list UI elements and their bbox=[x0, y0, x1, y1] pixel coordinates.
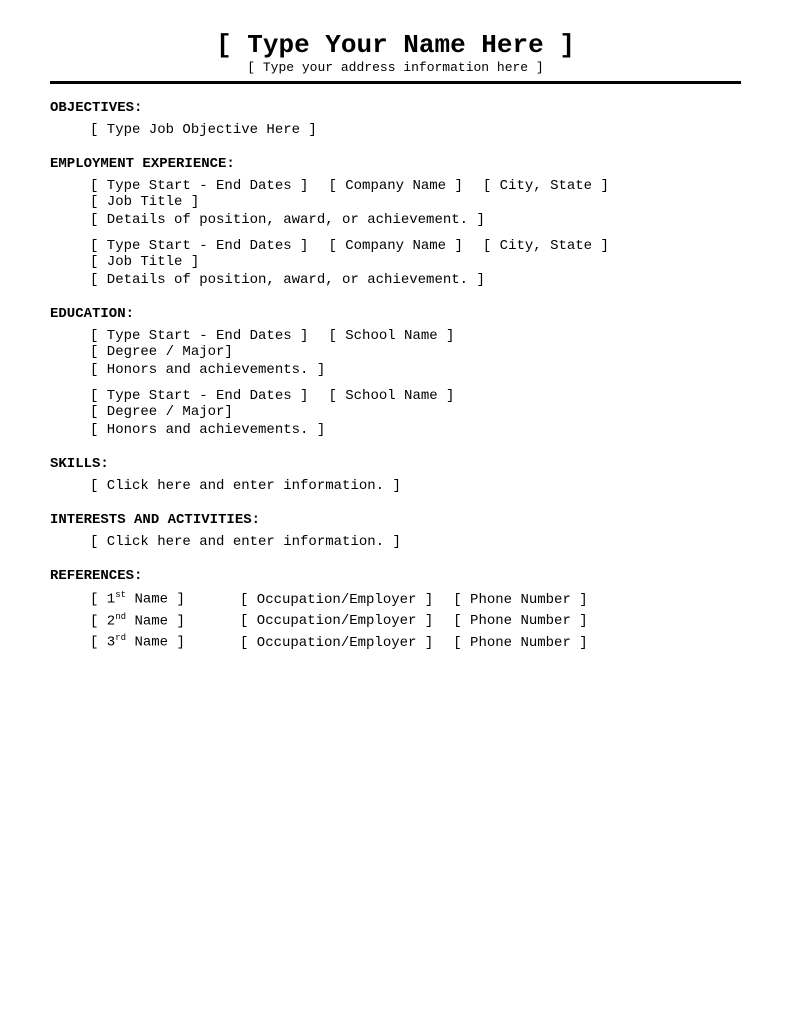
education-entry-2: [ Type Start - End Dates ] [ School Name… bbox=[90, 388, 741, 438]
objectives-content: [ Type Job Objective Here ] bbox=[50, 122, 741, 138]
references-content: [ 1st Name ] [ Occupation/Employer ] [ P… bbox=[50, 590, 741, 651]
references-title: REFERENCES: bbox=[50, 568, 741, 584]
header-divider bbox=[50, 81, 741, 84]
ref3-phone[interactable]: [ Phone Number ] bbox=[453, 635, 603, 651]
objectives-section: OBJECTIVES: [ Type Job Objective Here ] bbox=[50, 100, 741, 138]
ref1-ordinal: st bbox=[115, 590, 126, 600]
emp1-title[interactable]: [ Job Title ] bbox=[90, 194, 741, 210]
ref3-name[interactable]: [ 3rd Name ] bbox=[90, 633, 220, 651]
emp2-company[interactable]: [ Company Name ] bbox=[328, 238, 462, 254]
education-entry-2-row1: [ Type Start - End Dates ] [ School Name… bbox=[90, 388, 741, 404]
address-field[interactable]: [ Type your address information here ] bbox=[50, 60, 741, 75]
name-field[interactable]: [ Type Your Name Here ] bbox=[50, 30, 741, 60]
ref3-ordinal: rd bbox=[115, 633, 126, 643]
education-entry-1: [ Type Start - End Dates ] [ School Name… bbox=[90, 328, 741, 378]
employment-entry-1: [ Type Start - End Dates ] [ Company Nam… bbox=[90, 178, 741, 228]
ref2-ordinal: nd bbox=[115, 612, 126, 622]
education-entry-1-row1: [ Type Start - End Dates ] [ School Name… bbox=[90, 328, 741, 344]
ref2-phone[interactable]: [ Phone Number ] bbox=[453, 613, 603, 629]
emp2-details[interactable]: [ Details of position, award, or achieve… bbox=[90, 272, 741, 288]
education-content: [ Type Start - End Dates ] [ School Name… bbox=[50, 328, 741, 438]
emp1-details[interactable]: [ Details of position, award, or achieve… bbox=[90, 212, 741, 228]
employment-section: EMPLOYMENT EXPERIENCE: [ Type Start - En… bbox=[50, 156, 741, 288]
ref2-occupation[interactable]: [ Occupation/Employer ] bbox=[240, 613, 433, 629]
edu1-school[interactable]: [ School Name ] bbox=[328, 328, 454, 344]
emp1-dates[interactable]: [ Type Start - End Dates ] bbox=[90, 178, 308, 194]
education-section: EDUCATION: [ Type Start - End Dates ] [ … bbox=[50, 306, 741, 438]
ref2-name[interactable]: [ 2nd Name ] bbox=[90, 612, 220, 630]
skills-title: SKILLS: bbox=[50, 456, 741, 472]
edu2-degree[interactable]: [ Degree / Major] bbox=[90, 404, 741, 420]
ref1-phone[interactable]: [ Phone Number ] bbox=[453, 592, 603, 608]
reference-row-3: [ 3rd Name ] [ Occupation/Employer ] [ P… bbox=[90, 633, 741, 651]
employment-title: EMPLOYMENT EXPERIENCE: bbox=[50, 156, 741, 172]
edu2-dates[interactable]: [ Type Start - End Dates ] bbox=[90, 388, 308, 404]
ref1-occupation[interactable]: [ Occupation/Employer ] bbox=[240, 592, 433, 608]
interests-text[interactable]: [ Click here and enter information. ] bbox=[90, 534, 741, 550]
edu1-dates[interactable]: [ Type Start - End Dates ] bbox=[90, 328, 308, 344]
ref3-occupation[interactable]: [ Occupation/Employer ] bbox=[240, 635, 433, 651]
employment-content: [ Type Start - End Dates ] [ Company Nam… bbox=[50, 178, 741, 288]
education-title: EDUCATION: bbox=[50, 306, 741, 322]
edu1-degree[interactable]: [ Degree / Major] bbox=[90, 344, 741, 360]
objectives-text[interactable]: [ Type Job Objective Here ] bbox=[90, 122, 741, 138]
reference-row-1: [ 1st Name ] [ Occupation/Employer ] [ P… bbox=[90, 590, 741, 608]
skills-text[interactable]: [ Click here and enter information. ] bbox=[90, 478, 741, 494]
emp2-dates[interactable]: [ Type Start - End Dates ] bbox=[90, 238, 308, 254]
skills-section: SKILLS: [ Click here and enter informati… bbox=[50, 456, 741, 494]
reference-row-2: [ 2nd Name ] [ Occupation/Employer ] [ P… bbox=[90, 612, 741, 630]
employment-entry-2-row1: [ Type Start - End Dates ] [ Company Nam… bbox=[90, 238, 741, 254]
objectives-title: OBJECTIVES: bbox=[50, 100, 741, 116]
interests-section: INTERESTS AND ACTIVITIES: [ Click here a… bbox=[50, 512, 741, 550]
interests-title: INTERESTS AND ACTIVITIES: bbox=[50, 512, 741, 528]
resume-header: [ Type Your Name Here ] [ Type your addr… bbox=[50, 30, 741, 75]
emp2-city[interactable]: [ City, State ] bbox=[483, 238, 609, 254]
emp1-company[interactable]: [ Company Name ] bbox=[328, 178, 462, 194]
edu1-honors[interactable]: [ Honors and achievements. ] bbox=[90, 362, 741, 378]
employment-entry-1-row1: [ Type Start - End Dates ] [ Company Nam… bbox=[90, 178, 741, 194]
references-section: REFERENCES: [ 1st Name ] [ Occupation/Em… bbox=[50, 568, 741, 651]
skills-content: [ Click here and enter information. ] bbox=[50, 478, 741, 494]
emp1-city[interactable]: [ City, State ] bbox=[483, 178, 609, 194]
emp2-title[interactable]: [ Job Title ] bbox=[90, 254, 741, 270]
edu2-honors[interactable]: [ Honors and achievements. ] bbox=[90, 422, 741, 438]
edu2-school[interactable]: [ School Name ] bbox=[328, 388, 454, 404]
interests-content: [ Click here and enter information. ] bbox=[50, 534, 741, 550]
ref1-name[interactable]: [ 1st Name ] bbox=[90, 590, 220, 608]
employment-entry-2: [ Type Start - End Dates ] [ Company Nam… bbox=[90, 238, 741, 288]
